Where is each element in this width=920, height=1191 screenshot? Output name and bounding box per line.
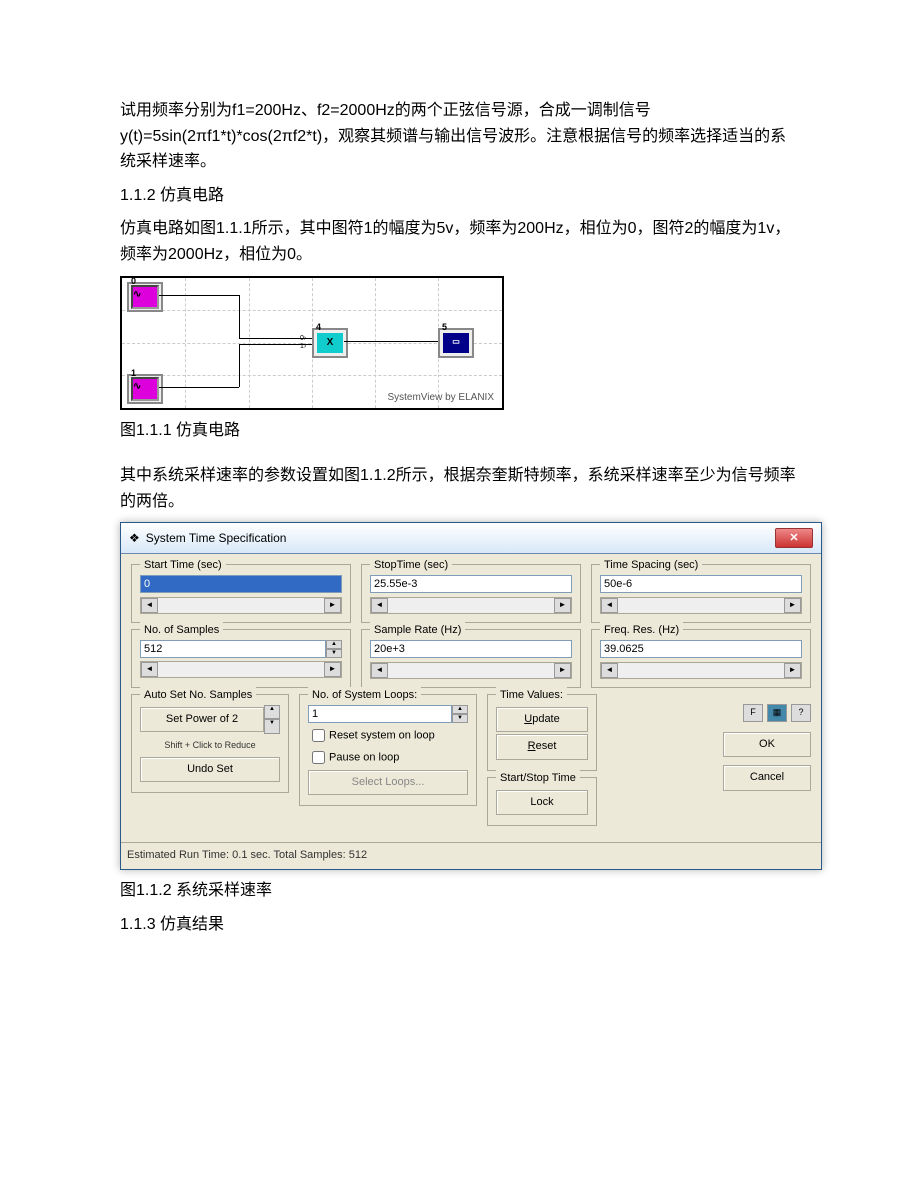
loops-input[interactable]	[308, 705, 452, 723]
start-time-scroll[interactable]: ◄►	[140, 597, 342, 614]
samples-input[interactable]	[140, 640, 326, 658]
status-bar: Estimated Run Time: 0.1 sec. Total Sampl…	[121, 842, 821, 869]
time-values-label: Time Values:	[496, 687, 567, 705]
set-power-spinner[interactable]: ▲▼	[264, 705, 280, 735]
pause-loop-checkbox[interactable]: Pause on loop	[308, 748, 468, 767]
stop-time-input[interactable]	[370, 575, 572, 593]
loops-label: No. of System Loops:	[308, 687, 421, 705]
system-time-dialog: ❖ System Time Specification ✕ Start Time …	[120, 522, 822, 870]
sample-rate-input[interactable]	[370, 640, 572, 658]
samples-label: No. of Samples	[140, 622, 223, 640]
ok-button[interactable]: OK	[723, 732, 811, 758]
paragraph-3: 其中系统采样速率的参数设置如图1.1.2所示，根据奈奎斯特频率，系统采样速率至少…	[120, 463, 800, 514]
sample-rate-scroll[interactable]: ◄►	[370, 662, 572, 679]
elanix-credit: SystemView by ELANIX	[387, 390, 494, 406]
reset-loop-checkbox[interactable]: Reset system on loop	[308, 726, 468, 745]
shift-note: Shift + Click to Reduce	[140, 738, 280, 752]
time-spacing-input[interactable]	[600, 575, 802, 593]
freq-res-scroll[interactable]: ◄►	[600, 662, 802, 679]
start-time-label: Start Time (sec)	[140, 557, 226, 575]
time-spacing-scroll[interactable]: ◄►	[600, 597, 802, 614]
heading-113: 1.1.3 仿真结果	[120, 912, 800, 938]
dialog-title: System Time Specification	[146, 529, 287, 548]
update-button[interactable]: Update	[496, 707, 588, 733]
stop-time-label: StopTime (sec)	[370, 557, 452, 575]
stop-time-scroll[interactable]: ◄►	[370, 597, 572, 614]
close-button[interactable]: ✕	[775, 528, 813, 548]
help-button[interactable]: ?	[791, 704, 811, 722]
calc-icon[interactable]: ▦	[767, 704, 787, 722]
freq-res-input[interactable]	[600, 640, 802, 658]
dialog-titlebar[interactable]: ❖ System Time Specification ✕	[121, 523, 821, 554]
source-token-1: 1∿	[127, 374, 163, 404]
caption-2: 图1.1.2 系统采样速率	[120, 878, 800, 904]
startstop-label: Start/Stop Time	[496, 770, 580, 788]
time-spacing-label: Time Spacing (sec)	[600, 557, 702, 575]
autoset-label: Auto Set No. Samples	[140, 687, 256, 705]
dialog-icon: ❖	[129, 529, 140, 548]
start-time-input[interactable]	[140, 575, 342, 593]
sample-rate-label: Sample Rate (Hz)	[370, 622, 465, 640]
freq-res-label: Freq. Res. (Hz)	[600, 622, 683, 640]
undo-set-button[interactable]: Undo Set	[140, 757, 280, 783]
heading-112: 1.1.2 仿真电路	[120, 183, 800, 209]
select-loops-button[interactable]: Select Loops...	[308, 770, 468, 796]
lock-button[interactable]: Lock	[496, 790, 588, 816]
sink-token-5: 5▭	[438, 328, 474, 358]
samples-scroll[interactable]: ◄►	[140, 661, 342, 678]
cancel-button[interactable]: Cancel	[723, 765, 811, 791]
f-button[interactable]: F	[743, 704, 763, 722]
set-power-button[interactable]: Set Power of 2	[140, 707, 264, 733]
caption-1: 图1.1.1 仿真电路	[120, 418, 800, 444]
paragraph-2: 仿真电路如图1.1.1所示，其中图符1的幅度为5v，频率为200Hz，相位为0，…	[120, 216, 800, 267]
multiplier-token-4: 4X	[312, 328, 348, 358]
samples-spinner[interactable]: ▲▼	[326, 640, 342, 658]
loops-spinner[interactable]: ▲▼	[452, 705, 468, 723]
paragraph-1: 试用频率分别为f1=200Hz、f2=2000Hz的两个正弦信号源，合成一调制信…	[120, 98, 800, 175]
reset-button[interactable]: Reset	[496, 734, 588, 760]
source-token-0: 0∿	[127, 282, 163, 312]
circuit-diagram: 0∿ 1∿ 4X 5▭ 0› 1› SystemView by ELANIX	[120, 276, 504, 410]
